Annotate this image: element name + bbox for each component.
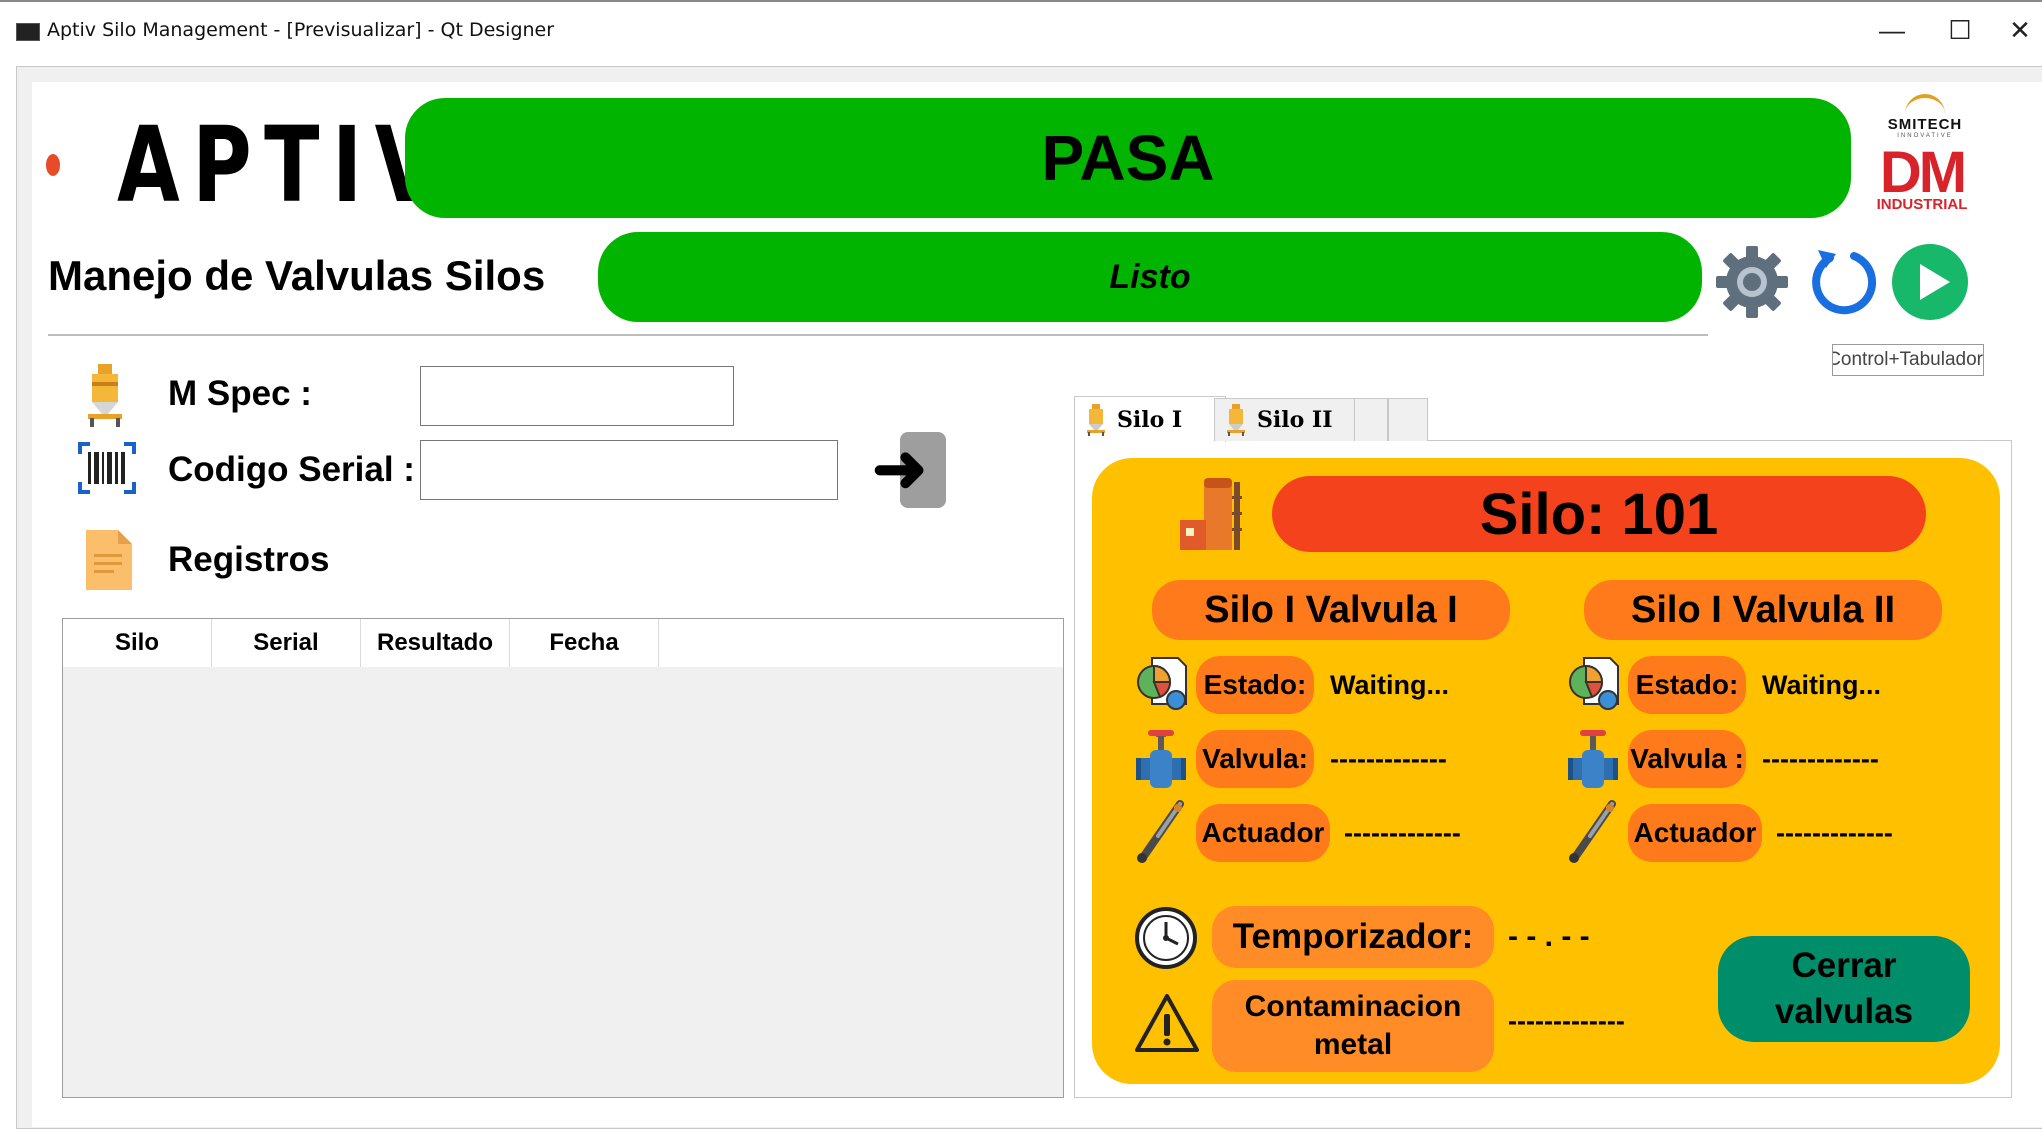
actuator-icon	[1569, 800, 1616, 863]
silo-icon	[88, 364, 122, 427]
contamination-label-line-2: metal	[1313, 1028, 1393, 1061]
smitech-swoosh-icon	[1905, 94, 1945, 114]
table-header: Silo Serial Resultado Fecha	[63, 619, 1063, 667]
valve-2-valvula-label: Valvula :	[1628, 730, 1746, 788]
smitech-logo: SMITECH INNOVATIVE	[1870, 94, 1980, 139]
tab-extra-2[interactable]	[1388, 398, 1428, 441]
valve-1-estado-label: Estado:	[1196, 656, 1314, 714]
timer-label: Temporizador:	[1212, 906, 1494, 968]
contamination-label: Contaminacion metal	[1212, 980, 1494, 1072]
valve-1-estado-value: Waiting...	[1330, 670, 1449, 700]
records-label: Registros	[168, 540, 330, 579]
silo-tab-icon	[1087, 403, 1105, 436]
valve-2-actuador-value: -------------	[1776, 818, 1893, 848]
dm-industrial-logo: DM INDUSTRIAL	[1872, 140, 1972, 214]
close-valves-button[interactable]: Cerrar valvulas	[1718, 936, 1970, 1042]
maximize-button[interactable]: ☐	[1930, 10, 1990, 50]
column-header-serial[interactable]: Serial	[212, 619, 361, 667]
result-status-bar: PASA	[405, 98, 1851, 218]
timer-value: - - . - -	[1508, 920, 1590, 953]
valve-1-actuador-value: -------------	[1344, 818, 1461, 848]
window-titlebar: Aptiv Silo Management - [Previsualizar] …	[0, 0, 2042, 56]
gear-icon[interactable]	[1710, 240, 1794, 324]
column-header-fecha[interactable]: Fecha	[510, 619, 659, 667]
serial-input[interactable]	[420, 440, 838, 500]
tab-silo-ii-label: Silo II	[1257, 407, 1333, 433]
play-icon[interactable]	[1888, 240, 1972, 324]
valve-2-actuador-label: Actuador	[1628, 804, 1762, 862]
barcode-icon	[78, 442, 136, 494]
valve-2-estado-label: Estado:	[1628, 656, 1746, 714]
document-icon	[86, 530, 132, 590]
valve-icon	[1136, 730, 1186, 788]
valve-1-actuador-label: Actuador	[1196, 804, 1330, 862]
contamination-value: -------------	[1508, 1006, 1625, 1036]
tab-silo-i-label: Silo I	[1117, 406, 1183, 433]
page-title: Manejo de Valvulas Silos	[48, 252, 546, 299]
dm-industrial-text: INDUSTRIAL	[1876, 196, 1968, 213]
valve-2-valvula-value: -------------	[1762, 744, 1879, 774]
valve-2-title: Silo I Valvula II	[1584, 580, 1942, 640]
valve-1-valvula-value: -------------	[1330, 744, 1447, 774]
silo-title: Silo: 101	[1272, 476, 1926, 552]
valve-1-title: Silo I Valvula I	[1152, 580, 1510, 640]
valve-1-valvula-label: Valvula:	[1196, 730, 1314, 788]
state-status-bar: Listo	[598, 232, 1702, 322]
serial-label: Codigo Serial :	[168, 450, 415, 489]
aptiv-logo-text: APTIV	[116, 104, 450, 226]
smitech-text: SMITECH	[1887, 116, 1963, 133]
close-window-button[interactable]: ✕	[1998, 10, 2042, 50]
close-valves-line-2: valvulas	[1774, 992, 1914, 1031]
valve-icon	[1568, 730, 1618, 788]
shortcut-text: Control+Tabulador	[1832, 349, 1983, 370]
column-header-silo[interactable]: Silo	[63, 619, 212, 667]
minimize-button[interactable]: —	[1862, 10, 1922, 50]
column-header-resultado[interactable]: Resultado	[361, 619, 510, 667]
tab-extra-1[interactable]	[1354, 398, 1388, 441]
shortcut-field[interactable]: Control+Tabulador	[1832, 344, 1984, 376]
warning-icon	[1135, 994, 1199, 1052]
window-title: Aptiv Silo Management - [Previsualizar] …	[47, 19, 555, 41]
dm-text: DM	[1879, 140, 1967, 205]
chart-document-icon	[1137, 657, 1187, 710]
tab-silo-ii[interactable]: Silo II	[1214, 398, 1366, 441]
close-valves-line-1: Cerrar	[1791, 946, 1897, 985]
records-table[interactable]: Silo Serial Resultado Fecha	[62, 618, 1064, 1098]
mspec-label: M Spec :	[168, 374, 312, 413]
mspec-input[interactable]	[420, 366, 734, 426]
logo-dot-left	[46, 154, 60, 176]
chart-document-icon	[1569, 657, 1619, 710]
clock-icon	[1135, 907, 1197, 969]
contamination-label-line-1: Contaminacion	[1244, 990, 1462, 1023]
tab-silo-i[interactable]: Silo I	[1074, 396, 1226, 442]
valve-2-estado-value: Waiting...	[1762, 670, 1881, 700]
refresh-icon[interactable]	[1800, 240, 1884, 324]
silo-tab-icon	[1227, 404, 1245, 436]
arrow-right-icon: ➜	[872, 431, 928, 505]
app-icon	[16, 23, 40, 41]
actuator-icon	[1137, 800, 1184, 863]
smitech-tagline: INNOVATIVE	[1897, 133, 1953, 139]
factory-silo-icon	[1180, 478, 1242, 550]
header-divider	[48, 334, 1708, 336]
